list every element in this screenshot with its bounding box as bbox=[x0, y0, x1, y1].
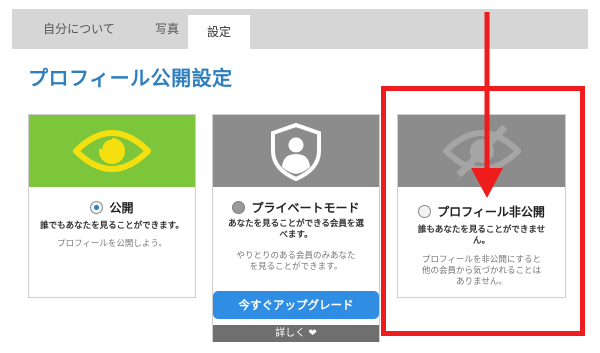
annotation-arrow-icon bbox=[471, 12, 503, 198]
